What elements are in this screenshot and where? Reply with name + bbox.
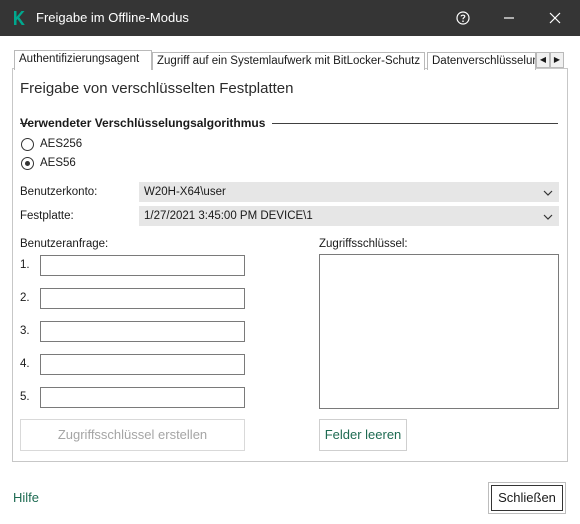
question-circle-icon <box>456 11 470 25</box>
request-row-number: 2. <box>20 292 30 304</box>
request-row-number: 5. <box>20 391 30 403</box>
user-request-label: Benutzeranfrage: <box>20 238 109 250</box>
radio-aes56[interactable]: AES56 <box>20 156 220 172</box>
tab-scroll-left-button[interactable]: ◀ <box>536 52 550 68</box>
tab-strip: Authentifizierungsagent Zugriff auf ein … <box>14 50 564 70</box>
tab-label: Authentifizierungsagent <box>19 53 140 65</box>
access-key-label: Zugriffsschlüssel: <box>319 238 408 250</box>
request-row-number: 4. <box>20 358 30 370</box>
title-bar: Freigabe im Offline-Modus <box>0 0 580 36</box>
close-icon <box>549 12 561 24</box>
request-input-3[interactable] <box>40 321 245 342</box>
section-title: Freigabe von verschlüsselten Festplatten <box>20 80 294 97</box>
account-select[interactable]: W20H-X64\user <box>139 182 559 202</box>
radio-label: AES256 <box>40 138 83 150</box>
tab-scroll-right-button[interactable]: ▶ <box>550 52 564 68</box>
chevron-down-icon <box>543 190 553 196</box>
kaspersky-logo-icon <box>14 11 25 25</box>
tab-label: Zugriff auf ein Systemlaufwerk mit BitLo… <box>157 55 421 67</box>
help-button[interactable] <box>440 0 486 36</box>
clear-fields-button[interactable]: Felder leeren <box>319 419 407 451</box>
triangle-left-icon: ◀ <box>539 55 547 64</box>
tab-label: Datenverschlüsselun <box>432 55 536 67</box>
help-link[interactable]: Hilfe <box>13 490 39 505</box>
create-key-button[interactable]: Zugriffsschlüssel erstellen <box>20 419 245 451</box>
radio-circle <box>21 157 34 170</box>
request-input-5[interactable] <box>40 387 245 408</box>
window-title: Freigabe im Offline-Modus <box>36 10 189 25</box>
algorithm-group-title: Verwendeter Verschlüsselungsalgorithmus <box>20 116 266 130</box>
request-input-2[interactable] <box>40 288 245 309</box>
chevron-down-icon <box>543 214 553 220</box>
request-input-1[interactable] <box>40 255 245 276</box>
account-value: W20H-X64\user <box>144 186 226 198</box>
minimize-icon <box>504 17 514 19</box>
disk-value: 1/27/2021 3:45:00 PM DEVICE\1 <box>144 210 313 222</box>
tab-authentication-agent[interactable]: Authentifizierungsagent <box>14 50 152 70</box>
radio-label: AES56 <box>40 157 76 169</box>
request-row-number: 1. <box>20 259 30 271</box>
minimize-button[interactable] <box>486 0 532 36</box>
account-label: Benutzerkonto: <box>20 186 98 198</box>
request-row-number: 3. <box>20 325 30 337</box>
triangle-right-icon: ▶ <box>553 55 561 64</box>
request-input-4[interactable] <box>40 354 245 375</box>
disk-label: Festplatte: <box>20 210 74 222</box>
access-key-field[interactable] <box>319 254 559 409</box>
disk-select[interactable]: 1/27/2021 3:45:00 PM DEVICE\1 <box>139 206 559 226</box>
tab-data-encryption[interactable]: Datenverschlüsselun <box>427 52 536 70</box>
radio-circle <box>21 138 34 151</box>
close-button[interactable]: Schließen <box>488 482 566 514</box>
tab-bitlocker-system-drive[interactable]: Zugriff auf ein Systemlaufwerk mit BitLo… <box>152 52 425 70</box>
group-divider-right <box>272 123 558 124</box>
radio-aes256[interactable]: AES256 <box>20 137 220 153</box>
close-window-button[interactable] <box>532 0 578 36</box>
radio-selected-dot <box>25 161 30 166</box>
